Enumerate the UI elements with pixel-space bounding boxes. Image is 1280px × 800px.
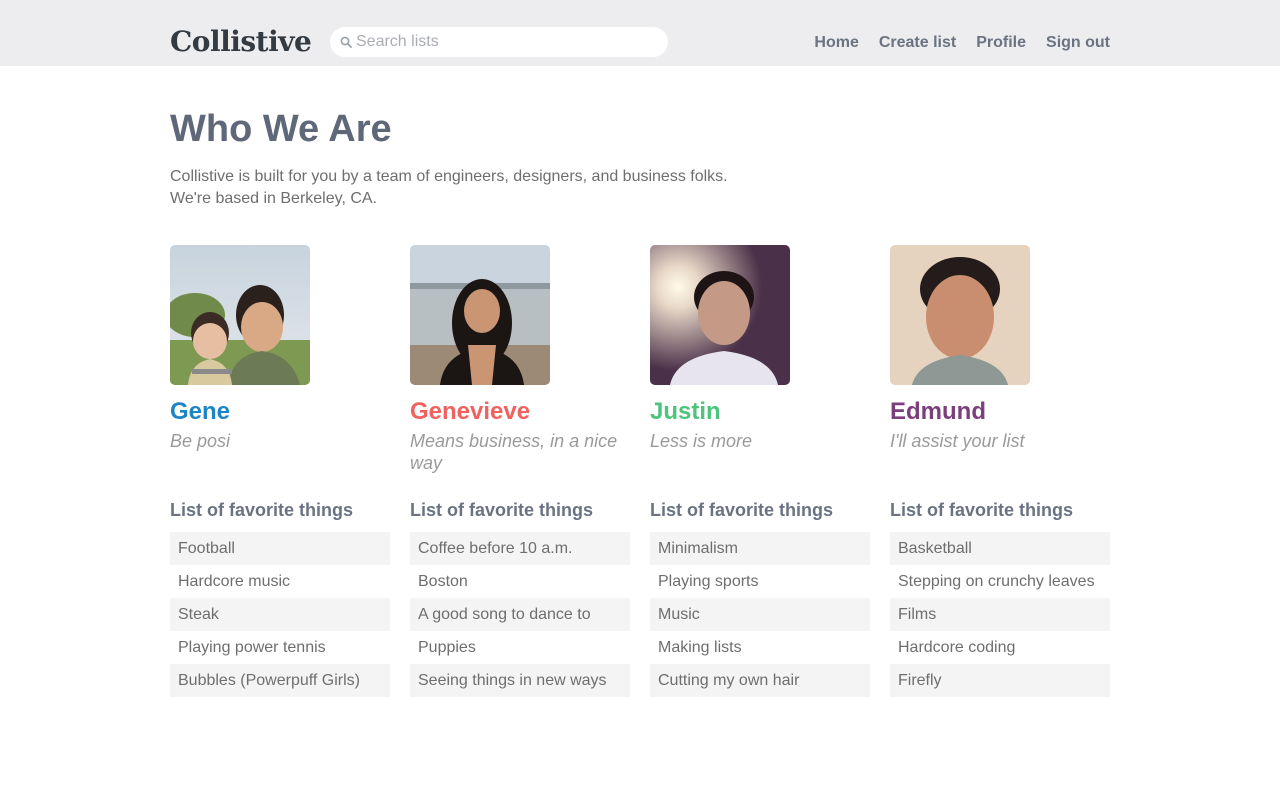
- list-item[interactable]: Hardcore coding: [890, 631, 1110, 664]
- favorites-list: Coffee before 10 a.m. Boston A good song…: [410, 532, 630, 697]
- list-item[interactable]: Puppies: [410, 631, 630, 664]
- avatar-gene: [170, 245, 310, 385]
- favorites-heading: List of favorite things: [650, 500, 834, 520]
- favorites-heading: List of favorite things: [170, 500, 354, 520]
- list-item[interactable]: Coffee before 10 a.m.: [410, 532, 630, 565]
- member-name: Genevieve: [410, 398, 531, 425]
- search-input[interactable]: [356, 27, 656, 57]
- list-item[interactable]: Steak: [170, 598, 390, 631]
- list-item[interactable]: Playing power tennis: [170, 631, 390, 664]
- list-item[interactable]: Hardcore music: [170, 565, 390, 598]
- list-item[interactable]: Cutting my own hair: [650, 664, 870, 697]
- list-item[interactable]: A good song to dance to: [410, 598, 630, 631]
- search-icon: [340, 36, 352, 48]
- favorites-list: Basketball Stepping on crunchy leaves Fi…: [890, 532, 1110, 697]
- nav-sign-out[interactable]: Sign out: [1046, 33, 1110, 53]
- list-item[interactable]: Minimalism: [650, 532, 870, 565]
- avatar-image: [170, 245, 310, 385]
- intro-text: Collistive is built for you by a team of…: [170, 166, 790, 210]
- member-motto: Less is more: [650, 431, 753, 451]
- top-bar: Collistive Home Create list Profile Sign…: [0, 0, 1280, 66]
- favorites-list: Minimalism Playing sports Music Making l…: [650, 532, 870, 697]
- nav-profile[interactable]: Profile: [976, 33, 1026, 53]
- search-box[interactable]: [330, 27, 668, 57]
- member-name: Edmund: [890, 398, 986, 425]
- list-item[interactable]: Football: [170, 532, 390, 565]
- list-item[interactable]: Boston: [410, 565, 630, 598]
- member-name: Gene: [170, 398, 231, 425]
- nav-create-list[interactable]: Create list: [879, 33, 956, 53]
- logo[interactable]: Collistive: [170, 24, 312, 60]
- list-item[interactable]: Films: [890, 598, 1110, 631]
- nav-home[interactable]: Home: [814, 33, 858, 53]
- list-item[interactable]: Music: [650, 598, 870, 631]
- list-item[interactable]: Seeing things in new ways: [410, 664, 630, 697]
- member-name: Justin: [650, 398, 721, 425]
- member-motto: Be posi: [170, 431, 231, 451]
- list-item[interactable]: Basketball: [890, 532, 1110, 565]
- intro-line: Collistive is built for you by a team of…: [170, 168, 728, 185]
- main-nav: Home Create list Profile Sign out: [814, 33, 1110, 53]
- avatar-image: [410, 245, 550, 385]
- avatar-justin: [650, 245, 790, 385]
- page-title: Who We Are: [170, 108, 392, 150]
- list-item[interactable]: Stepping on crunchy leaves: [890, 565, 1110, 598]
- avatar-image: [650, 245, 790, 385]
- list-item[interactable]: Bubbles (Powerpuff Girls): [170, 664, 390, 697]
- member-motto: Means business, in a nice way: [410, 431, 618, 473]
- avatar-genevieve: [410, 245, 550, 385]
- member-motto: I'll assist your list: [890, 431, 1025, 451]
- list-item[interactable]: Making lists: [650, 631, 870, 664]
- favorites-heading: List of favorite things: [410, 500, 594, 520]
- list-item[interactable]: Playing sports: [650, 565, 870, 598]
- favorites-list: Football Hardcore music Steak Playing po…: [170, 532, 390, 697]
- intro-line: We're based in Berkeley, CA.: [170, 190, 377, 207]
- avatar-edmund: [890, 245, 1030, 385]
- list-item[interactable]: Firefly: [890, 664, 1110, 697]
- avatar-image: [890, 245, 1030, 385]
- favorites-heading: List of favorite things: [890, 500, 1074, 520]
